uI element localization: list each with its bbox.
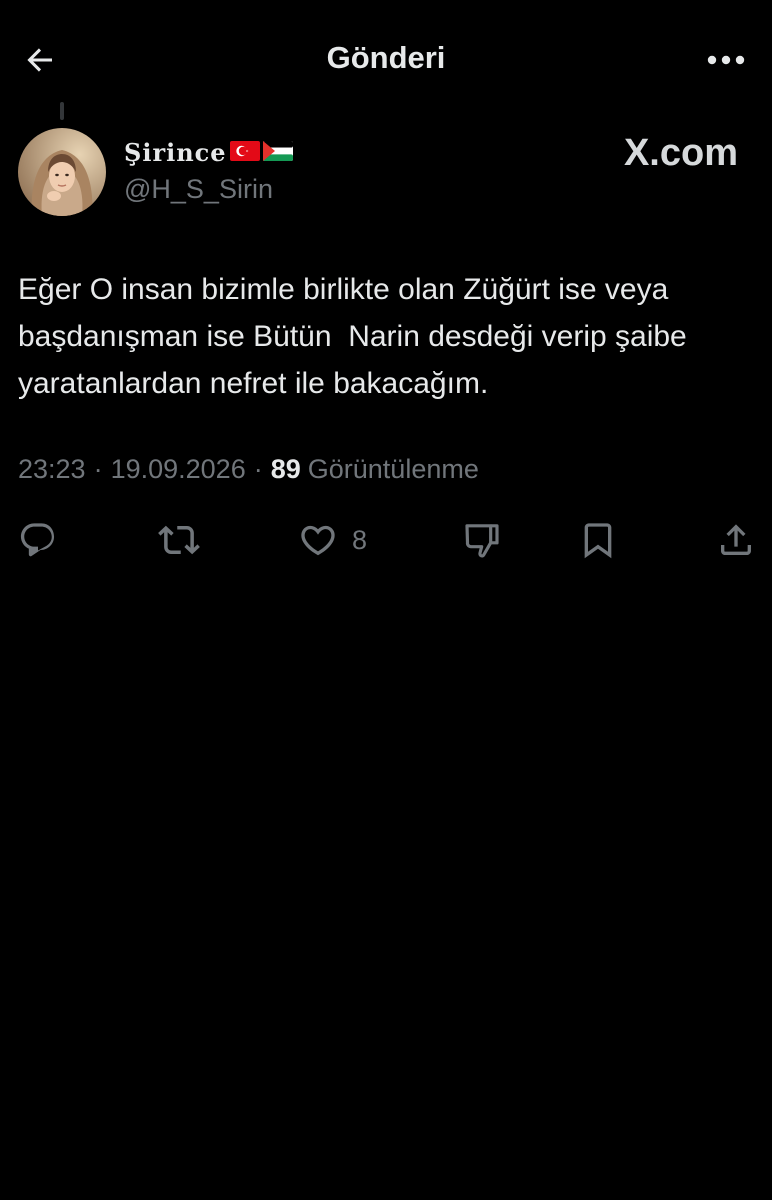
avatar-image	[18, 128, 106, 216]
like-button[interactable]: 8	[298, 518, 367, 562]
author-handle[interactable]: @H_S_Sirin	[124, 174, 273, 205]
x-com-watermark: X.com	[623, 132, 738, 174]
post-time[interactable]: 23:23	[18, 454, 86, 485]
share-icon	[721, 524, 751, 555]
like-count: 8	[352, 524, 368, 555]
repost-icon	[158, 525, 200, 555]
share-button[interactable]	[716, 518, 756, 562]
dislike-button[interactable]	[462, 518, 502, 562]
meta-separator: ·	[253, 454, 263, 484]
thread-connector-line	[60, 102, 64, 120]
palestine-flag-icon	[262, 138, 293, 167]
post-text: Eğer O insan bizimle birlikte olan Züğür…	[18, 273, 696, 400]
post-date[interactable]: 19.09.2026	[111, 454, 246, 485]
reply-button[interactable]	[18, 518, 58, 562]
bookmark-icon	[584, 523, 612, 559]
more-options-button[interactable]	[702, 40, 750, 80]
page-title: Gönderi	[326, 40, 446, 75]
author-name[interactable]: Şirince	[124, 138, 293, 167]
bookmark-button[interactable]	[578, 518, 618, 562]
more-horizontal-icon	[707, 55, 745, 65]
author-name-text: Şirince	[124, 138, 227, 167]
views-count[interactable]: 89	[271, 454, 301, 485]
meta-separator: ·	[93, 454, 103, 484]
avatar[interactable]	[18, 128, 106, 216]
reply-icon	[20, 523, 55, 557]
views-label: Görüntülenme	[307, 454, 479, 484]
turkey-flag-icon	[229, 138, 260, 167]
top-bar: Gönderi	[0, 0, 772, 120]
post-meta: 23:23 · 19.09.2026 · 89 Görüntülenme	[18, 454, 479, 485]
heart-icon	[301, 525, 335, 556]
repost-button[interactable]	[158, 518, 200, 562]
thumbs-down-icon	[465, 524, 499, 558]
